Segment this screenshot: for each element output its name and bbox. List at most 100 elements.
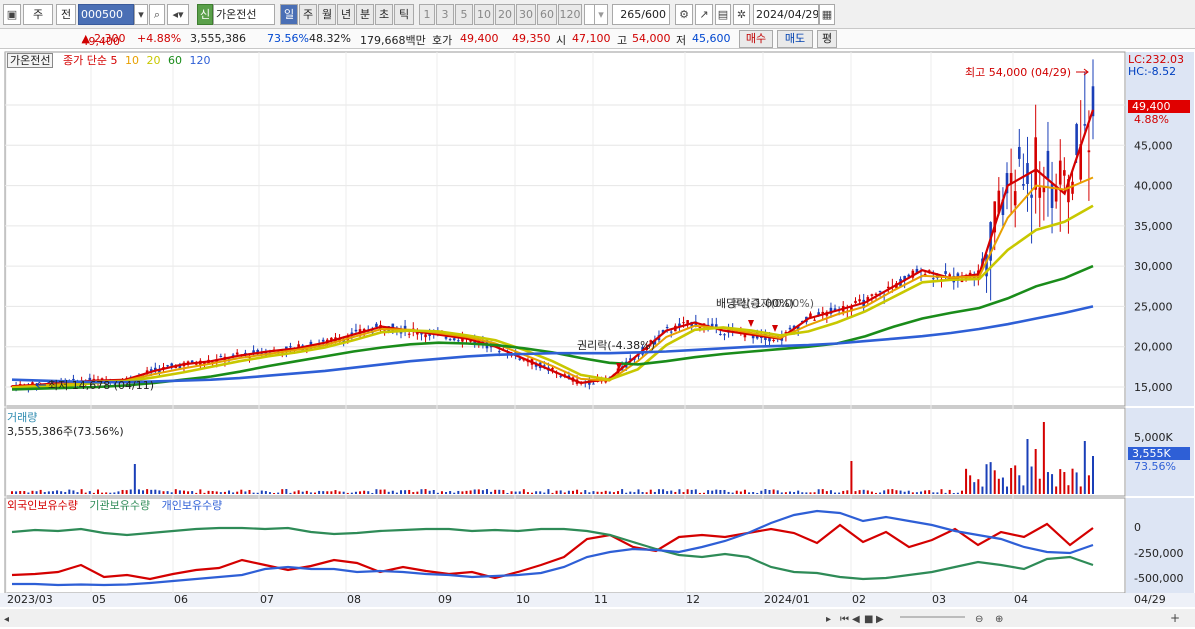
volume-bar <box>731 492 734 494</box>
candle-body <box>923 273 927 275</box>
ask-label: 호가 <box>432 34 453 47</box>
prev-button[interactable]: 전 <box>56 4 76 25</box>
rewind-icon[interactable]: ⏮ <box>840 614 849 625</box>
stock-chart[interactable]: 50,00045,00040,00035,00030,00025,00020,0… <box>0 49 1195 629</box>
interval-3[interactable]: 3 <box>436 4 454 25</box>
search-icon[interactable]: ⌕ <box>149 4 165 25</box>
volume-bar <box>870 491 873 494</box>
volume-bar <box>858 490 861 494</box>
date-input[interactable]: 2024/04/29 <box>753 4 819 25</box>
period-week[interactable]: 주 <box>299 4 317 25</box>
price-change: 2,300 <box>94 32 126 45</box>
volume-bar <box>748 492 751 494</box>
period-year[interactable]: 년 <box>337 4 355 25</box>
volume-bar <box>109 492 112 494</box>
average-button[interactable]: 평 <box>817 30 837 48</box>
volume-bar <box>531 492 534 494</box>
interval-30[interactable]: 30 <box>516 4 536 25</box>
interval-120[interactable]: 120 <box>558 4 582 25</box>
price-tick-label: 15,000 <box>1134 381 1173 394</box>
volume-bar <box>101 492 104 494</box>
interval-1[interactable]: 1 <box>419 4 435 25</box>
rights-annotation: 권리락(-4.38%) <box>577 339 655 352</box>
x-axis-label: 08 <box>347 593 361 606</box>
volume-bar <box>948 489 951 494</box>
period-day[interactable]: 일 <box>280 4 298 25</box>
volume-bar <box>1038 478 1041 494</box>
period-month[interactable]: 월 <box>318 4 336 25</box>
interval-20[interactable]: 20 <box>495 4 515 25</box>
scroll-right-icon[interactable]: ▸ <box>826 614 831 625</box>
chart-menu-icon[interactable]: ▣ <box>3 4 21 25</box>
settings-icon[interactable]: ✲ <box>733 4 750 25</box>
indicator-icon[interactable]: ⚙ <box>675 4 693 25</box>
volume-bar <box>420 489 423 494</box>
volume-bar <box>989 462 992 494</box>
volume-bar <box>309 492 312 494</box>
candle-body <box>407 333 411 335</box>
volume-bar <box>842 490 845 494</box>
volume-bar <box>817 489 820 494</box>
candle-body <box>1063 170 1066 176</box>
volume-bar <box>1046 472 1049 494</box>
save-icon[interactable]: ▤ <box>715 4 731 25</box>
volume-bar <box>674 491 677 494</box>
sell-button[interactable]: 매도 <box>777 30 813 48</box>
buy-button[interactable]: 매수 <box>739 30 773 48</box>
volume-bar <box>215 491 218 494</box>
volume-bar <box>625 492 628 494</box>
volume-bar <box>1014 465 1017 494</box>
mode-select[interactable]: 주 <box>23 4 53 25</box>
volume-bar <box>371 492 374 494</box>
volume-bar <box>330 491 333 494</box>
volume-bar <box>969 475 972 494</box>
volume-bar <box>367 491 370 494</box>
x-axis-label: 09 <box>438 593 452 606</box>
volume-bar <box>911 492 914 494</box>
play-back-icon[interactable]: ◀ <box>852 614 860 625</box>
stop-icon[interactable]: ■ <box>864 614 873 625</box>
volume-bar <box>199 489 202 494</box>
volume-bar <box>940 489 943 494</box>
period-minute[interactable]: 분 <box>356 4 374 25</box>
stock-code-input[interactable]: 000500 <box>78 4 134 25</box>
candle-body <box>424 334 427 338</box>
volume-bar <box>973 482 976 494</box>
count-input[interactable]: 265/600 <box>612 4 670 25</box>
calendar-icon[interactable]: ▦ <box>819 4 835 25</box>
interval-60[interactable]: 60 <box>537 4 557 25</box>
volume-bar <box>657 489 660 494</box>
period-second[interactable]: 초 <box>375 4 393 25</box>
candle-body <box>719 333 722 335</box>
candle-body <box>1075 124 1078 156</box>
volume-bar <box>211 491 214 494</box>
x-axis-label: 10 <box>516 593 530 606</box>
volume-bar <box>682 492 685 494</box>
candle-body <box>354 329 358 332</box>
volume-bar <box>715 489 718 494</box>
volume-bar <box>170 492 173 494</box>
code-dropdown-icon[interactable]: ▾ <box>134 4 148 25</box>
play-forward-icon[interactable]: ▶ <box>876 614 884 625</box>
interval-dropdown-icon[interactable]: ▾ <box>594 4 608 25</box>
candle-body <box>932 278 935 280</box>
candle-body <box>1034 137 1037 190</box>
add-icon[interactable]: + <box>1170 611 1180 625</box>
price-tick-label: 30,000 <box>1134 260 1173 273</box>
scroll-left-icon[interactable]: ◂ <box>4 614 9 625</box>
interval-10[interactable]: 10 <box>474 4 494 25</box>
period-tick[interactable]: 틱 <box>394 4 414 25</box>
volume-bar <box>1010 468 1013 494</box>
volume-bar <box>350 492 353 494</box>
volume-bar <box>244 491 247 494</box>
draw-tool-icon[interactable]: ↗ <box>695 4 713 25</box>
scroll-bar[interactable] <box>0 609 1195 627</box>
speaker-icon[interactable]: ◂▾ <box>167 4 189 25</box>
x-axis-label: 06 <box>174 593 188 606</box>
volume-bar <box>506 492 509 494</box>
interval-5[interactable]: 5 <box>455 4 473 25</box>
zoom-in-icon[interactable]: ⊕ <box>995 614 1003 625</box>
zoom-out-icon[interactable]: ⊖ <box>975 614 983 625</box>
candle-body <box>669 331 673 333</box>
volume-bar <box>539 491 542 494</box>
